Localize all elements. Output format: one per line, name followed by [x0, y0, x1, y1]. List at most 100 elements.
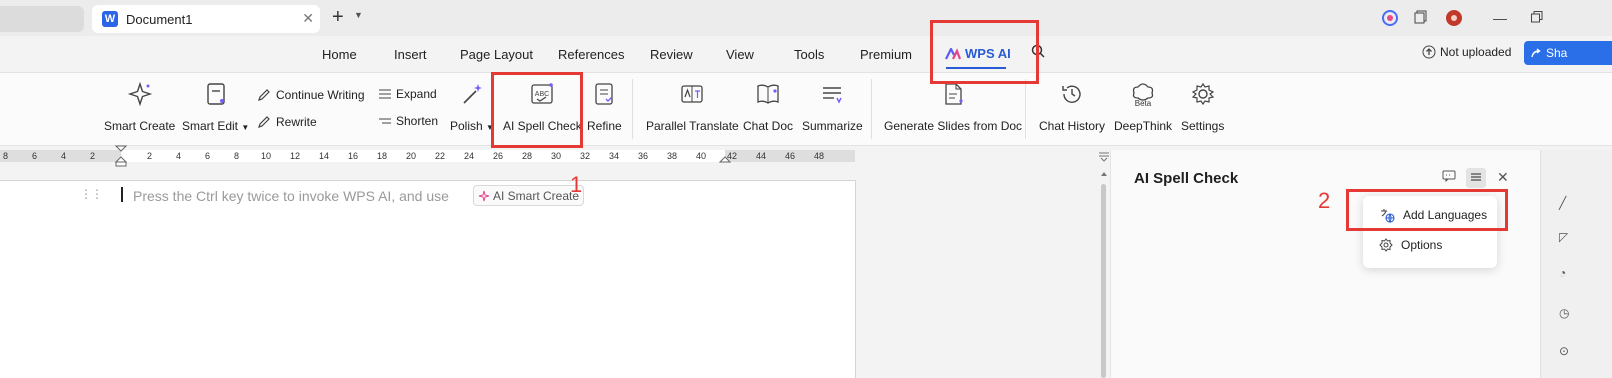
close-panel-icon[interactable]: ✕ — [1497, 169, 1509, 186]
chat-history-button[interactable]: Chat History — [1039, 81, 1105, 133]
menu-premium[interactable]: Premium — [860, 47, 912, 62]
shorten-button[interactable]: Shorten — [378, 114, 438, 128]
expand-button[interactable]: Expand — [378, 87, 437, 101]
edit-icon[interactable]: ╱ — [1559, 196, 1566, 210]
rewrite-button[interactable]: Rewrite — [256, 114, 317, 130]
right-indent-marker-icon[interactable] — [719, 156, 731, 166]
ruler-number: 2 — [147, 151, 153, 161]
indent-marker-icon[interactable] — [115, 145, 127, 167]
upload-status-label: Not uploaded — [1440, 45, 1512, 59]
menu-home[interactable]: Home — [322, 47, 357, 62]
ruler-number: 20 — [406, 151, 417, 161]
ruler-number: 6 — [32, 151, 38, 161]
menu-view[interactable]: View — [726, 47, 754, 62]
vertical-scrollbar[interactable] — [1098, 150, 1110, 378]
ruler-number: 14 — [319, 151, 330, 161]
smart-edit-button[interactable]: Smart Edit ▼ — [182, 81, 249, 133]
translate-icon — [679, 81, 705, 107]
add-languages-icon — [1381, 209, 1395, 223]
ruler-text-area — [121, 150, 725, 162]
document-page[interactable] — [0, 180, 856, 378]
ruler-number: 10 — [261, 151, 272, 161]
menu-references[interactable]: References — [558, 47, 624, 62]
summarize-icon — [819, 81, 845, 107]
svg-text:ABC: ABC — [535, 91, 549, 98]
menu-review[interactable]: Review — [650, 47, 693, 62]
scrollbar-thumb[interactable] — [1101, 184, 1106, 378]
wps-ai-hint-text: Press the Ctrl key twice to invoke WPS A… — [133, 188, 449, 204]
hamburger-menu-icon[interactable] — [1470, 171, 1482, 186]
history-icon[interactable]: ◷ — [1559, 306, 1569, 320]
refine-button[interactable]: Refine — [587, 81, 622, 133]
spell-check-icon: ABC — [529, 81, 555, 107]
shorten-lines-icon — [379, 118, 391, 124]
slides-doc-icon — [940, 81, 966, 107]
ai-smart-create-chip[interactable]: AI Smart Create — [473, 185, 585, 206]
minimize-icon[interactable]: — — [1493, 10, 1507, 26]
window-tile-icon[interactable] — [1414, 10, 1428, 27]
new-tab-plus-icon[interactable]: + — [332, 6, 344, 29]
chat-doc-button[interactable]: Chat Doc — [743, 81, 793, 133]
user-icon[interactable]: ◔ — [1559, 266, 1566, 280]
history-clock-icon — [1059, 81, 1085, 107]
smart-create-button[interactable]: Smart Create — [104, 81, 175, 133]
ribbon-separator — [632, 79, 633, 139]
document-tab-label: Document1 — [126, 11, 193, 27]
refine-label: Refine — [587, 119, 622, 133]
user-avatar[interactable] — [1446, 10, 1462, 29]
document-tab[interactable]: W Document1 ✕ — [92, 5, 320, 33]
chat-history-label: Chat History — [1039, 119, 1106, 133]
menu-item-add-languages[interactable]: Add Languages — [1379, 207, 1487, 223]
options-label: Options — [1401, 238, 1443, 252]
ruler-number: 2 — [90, 151, 96, 161]
deepthink-label: DeepThink — [1114, 119, 1173, 133]
split-handle-icon[interactable] — [1098, 150, 1110, 162]
gear-icon — [1190, 81, 1216, 107]
ruler-number: 44 — [756, 151, 767, 161]
deepthink-button[interactable]: Beta DeepThink — [1114, 81, 1172, 133]
title-bar: W Document1 ✕ + ▼ — — [0, 0, 1612, 36]
sparkle-icon — [478, 190, 490, 201]
share-icon — [1531, 48, 1541, 58]
settings-button[interactable]: Settings — [1181, 81, 1224, 133]
options-gear-icon — [1379, 238, 1393, 252]
cursor-select-icon[interactable]: ◸ — [1559, 230, 1568, 244]
generate-slides-button[interactable]: Generate Slides from Doc — [884, 81, 1022, 133]
wps-ai-logo-icon — [945, 47, 961, 59]
ai-spell-check-button[interactable]: ABC AI Spell Check — [503, 81, 582, 133]
chat-doc-label: Chat Doc — [743, 119, 794, 133]
continue-writing-button[interactable]: Continue Writing — [256, 87, 365, 103]
ruler-number: 36 — [638, 151, 649, 161]
ribbon-toolbar: Smart Create Smart Edit ▼ Continue Writi… — [0, 72, 1612, 146]
horizontal-ruler[interactable]: 8 6 4 2 2 4 6 8 10 12 14 16 18 20 22 24 … — [0, 145, 855, 167]
share-button-label: Sha — [1546, 46, 1568, 60]
menu-insert[interactable]: Insert — [394, 47, 427, 62]
menu-wps-ai-label: WPS AI — [965, 46, 1011, 61]
continue-writing-label: Continue Writing — [276, 88, 365, 102]
ruler-number: 16 — [348, 151, 359, 161]
polish-label: Polish ▼ — [450, 119, 494, 133]
menu-wps-ai[interactable]: WPS AI — [945, 46, 1011, 61]
previous-tab[interactable] — [0, 6, 84, 32]
ai-assistant-icon[interactable] — [1382, 10, 1398, 29]
scroll-up-icon[interactable] — [1100, 170, 1108, 178]
share-button[interactable]: Sha — [1524, 41, 1612, 65]
paragraph-drag-handle-icon[interactable]: ⋮⋮ — [80, 187, 103, 201]
upload-status[interactable]: Not uploaded — [1422, 45, 1511, 59]
close-tab-icon[interactable]: ✕ — [302, 10, 314, 27]
summarize-button[interactable]: Summarize — [802, 81, 863, 133]
feedback-icon[interactable] — [1442, 170, 1456, 185]
menu-bar: Home Insert Page Layout References Revie… — [0, 36, 1612, 72]
menu-tools[interactable]: Tools — [794, 47, 824, 62]
restore-icon[interactable] — [1531, 10, 1543, 26]
menu-page-layout[interactable]: Page Layout — [460, 47, 533, 62]
expand-label: Expand — [396, 87, 437, 101]
parallel-translate-button[interactable]: Parallel Translate — [646, 81, 739, 133]
menu-item-options[interactable]: Options — [1379, 238, 1442, 252]
polish-button[interactable]: Polish ▼ — [450, 81, 494, 133]
tab-list-chevron-icon[interactable]: ▼ — [354, 10, 363, 20]
right-sidebar-strip — [1540, 150, 1612, 378]
more-icon[interactable]: ⊙ — [1559, 344, 1569, 358]
smart-create-label: Smart Create — [104, 119, 176, 133]
search-icon[interactable] — [1031, 44, 1045, 62]
